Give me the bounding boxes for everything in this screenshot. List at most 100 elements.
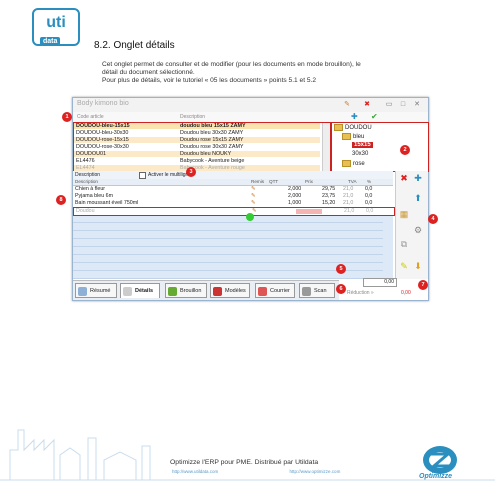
- annotation-badge-2: 2: [400, 145, 410, 155]
- annotation-badge-1: 1: [62, 112, 72, 122]
- row-discount: 0,0: [365, 193, 373, 199]
- detail-side-toolbar: ✖ ✚ ⬆ ▦ ⚙ ⧉ ✎ ⬇: [395, 171, 428, 279]
- copy-icon[interactable]: ⧉: [399, 239, 409, 249]
- tab-scan[interactable]: Scan: [299, 283, 335, 298]
- row-qty: 1,000: [288, 200, 302, 206]
- category-tree[interactable]: DOUDOU bleu 15x15 30x30 rose: [331, 122, 429, 172]
- tab-label: Modèles: [225, 288, 246, 294]
- tab-resume[interactable]: Résumé: [75, 283, 117, 298]
- arrow-up-icon[interactable]: ⬆: [413, 193, 423, 203]
- maximize-icon[interactable]: □: [399, 101, 407, 108]
- list-item[interactable]: DOUDOU-rose-30x30 Doudou rose 30x30 ZAMY: [74, 144, 320, 150]
- row-tva: 21,0: [344, 208, 355, 214]
- multiline-checkbox[interactable]: [139, 172, 146, 179]
- row-tva: 21,0: [343, 186, 354, 192]
- tab-modeles[interactable]: Modèles: [210, 283, 250, 298]
- tree-node-bleu[interactable]: bleu: [342, 133, 364, 140]
- article-list[interactable]: DOUDOU-bleu-15x15 doudou bleu 15x15 ZAMY …: [73, 122, 331, 172]
- list-item[interactable]: EL4476 Babycook - Aventure beige: [74, 158, 320, 164]
- check-icon[interactable]: ✔: [371, 112, 378, 121]
- scanner-icon: [302, 287, 311, 296]
- folder-icon: [342, 160, 351, 167]
- document-title: Body kimono bio: [77, 100, 129, 107]
- tab-courrier[interactable]: Courrier: [255, 283, 295, 298]
- intro-line: Pour plus de détails, voir le tutoriel «…: [102, 77, 317, 84]
- close-icon[interactable]: ✕: [413, 101, 421, 108]
- row-tva: 21,0: [343, 200, 354, 206]
- add-icon[interactable]: ✚: [351, 112, 358, 121]
- empty-row: [73, 239, 383, 247]
- tree-label: rose: [353, 161, 365, 168]
- add-line-icon[interactable]: ✚: [413, 173, 423, 183]
- folder-icon: [342, 133, 351, 140]
- totals-panel: 0,00 Réduction » 0,00: [339, 278, 427, 300]
- footer-illustration: [0, 429, 495, 481]
- detail-grid[interactable]: Description Remis QTT Prix TVA % Chien à…: [73, 179, 395, 279]
- intro-paragraph: Cet onglet permet de consulter et de mod…: [102, 61, 422, 85]
- col-remise: Remis: [251, 179, 265, 184]
- boxes-icon[interactable]: ▦: [399, 209, 409, 219]
- footer-link-utildata[interactable]: http://www.utildata.com: [172, 469, 218, 474]
- row-discount: 0,0: [365, 186, 373, 192]
- template-icon: [213, 287, 222, 296]
- pencil-icon[interactable]: ✎: [251, 193, 255, 200]
- delete-line-icon[interactable]: ✖: [399, 173, 409, 183]
- pencil-yellow-icon[interactable]: ✎: [399, 261, 409, 271]
- pencil-icon[interactable]: ✎: [251, 200, 255, 207]
- empty-row: [73, 255, 383, 263]
- article-code: DOUDOU-rose-30x30: [76, 144, 129, 150]
- reduction-value: 0,00: [401, 290, 411, 296]
- row-tva: 21,0: [343, 193, 354, 199]
- logo-sub-text: data: [40, 37, 61, 46]
- pencil-icon[interactable]: ✎: [343, 101, 351, 108]
- row-description: Doudou: [76, 208, 95, 214]
- detail-grid-header: Description Remis QTT Prix TVA %: [73, 179, 393, 186]
- arrow-down-icon[interactable]: ⬇: [413, 261, 423, 271]
- article-code: EL4476: [76, 158, 95, 164]
- article-description: Doudou rose 15x15 ZAMY: [180, 137, 244, 143]
- tree-node-15x15[interactable]: 15x15: [352, 142, 373, 148]
- tools-icon[interactable]: ⚙: [413, 225, 423, 235]
- article-code: DOUDOU01: [76, 151, 106, 157]
- list-item[interactable]: DOUDOU-bleu-30x30 Doudou bleu 30x30 ZAMY: [74, 130, 320, 136]
- multiline-label: Activer le multiligne: [148, 172, 192, 178]
- description-column-header: Description: [180, 114, 206, 120]
- bottom-tab-bar: Résumé Détails Brouillon Modèles Courrie…: [73, 280, 339, 300]
- minimize-icon[interactable]: ▭: [385, 101, 393, 108]
- tab-details[interactable]: Détails: [120, 283, 160, 298]
- row-qty: 2,000: [288, 186, 302, 192]
- tab-label: Scan: [314, 288, 327, 294]
- row-price: 23,75: [322, 193, 336, 199]
- tab-label: Courrier: [270, 288, 290, 294]
- tree-node-root[interactable]: DOUDOU: [334, 124, 372, 131]
- logo-main-text: uti: [46, 14, 66, 31]
- list-item[interactable]: DOUDOU-bleu-15x15 doudou bleu 15x15 ZAMY: [74, 123, 320, 129]
- annotation-badge-4: 4: [428, 214, 438, 224]
- annotation-badge-7: 7: [418, 280, 428, 290]
- magnifier-icon: [123, 287, 132, 296]
- empty-row: [73, 247, 383, 255]
- delete-icon[interactable]: ✖: [363, 101, 371, 108]
- mail-icon: [258, 287, 267, 296]
- intro-line: Cet onglet permet de consulter et de mod…: [102, 61, 361, 68]
- list-item[interactable]: DOUDOU01 Doudou bleu NOUKY: [74, 151, 320, 157]
- row-price: 29,75: [322, 186, 336, 192]
- annotation-badge-5: 5: [336, 264, 346, 274]
- row-description: Bain moussant éveil 750ml: [75, 200, 139, 206]
- footer-link-optimizze[interactable]: http://www.optimizze.com: [290, 469, 341, 474]
- col-discount: %: [367, 179, 372, 184]
- qty-input[interactable]: [296, 209, 322, 214]
- list-scrollbar[interactable]: [322, 123, 330, 171]
- tab-brouillon[interactable]: Brouillon: [165, 283, 207, 298]
- folder-icon: [334, 124, 343, 131]
- total-field[interactable]: 0,00: [363, 278, 397, 287]
- row-discount: 0,0: [365, 200, 373, 206]
- article-description: Doudou bleu 30x30 ZAMY: [180, 130, 244, 136]
- tree-node-rose[interactable]: rose: [342, 160, 365, 167]
- col-tva: TVA: [348, 179, 357, 184]
- pencil-icon[interactable]: ✎: [251, 186, 255, 193]
- tree-node-30x30[interactable]: 30x30: [352, 151, 368, 157]
- optimizze-brand: Optimizze: [419, 473, 453, 480]
- list-item[interactable]: DOUDOU-rose-15x15 Doudou rose 15x15 ZAMY: [74, 137, 320, 143]
- annotation-badge-3: 3: [186, 167, 196, 177]
